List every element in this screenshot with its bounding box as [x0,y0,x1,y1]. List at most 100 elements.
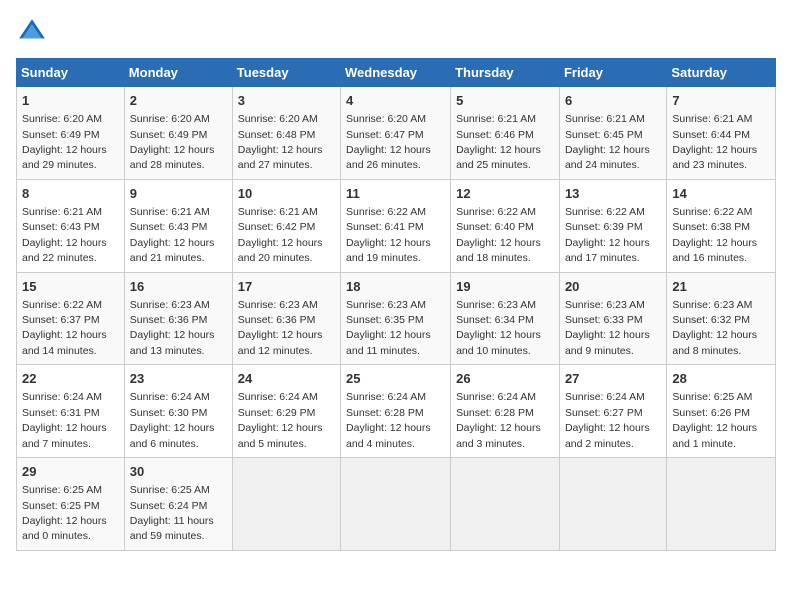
day-info: Sunrise: 6:25 AMSunset: 6:24 PMDaylight:… [130,484,214,542]
day-info: Sunrise: 6:21 AMSunset: 6:42 PMDaylight:… [238,206,323,264]
day-info: Sunrise: 6:23 AMSunset: 6:32 PMDaylight:… [672,299,757,357]
day-number: 27 [565,370,661,388]
day-number: 20 [565,278,661,296]
day-number: 12 [456,185,554,203]
calendar-cell [667,458,776,551]
day-info: Sunrise: 6:23 AMSunset: 6:35 PMDaylight:… [346,299,431,357]
calendar-cell: 28 Sunrise: 6:25 AMSunset: 6:26 PMDaylig… [667,365,776,458]
day-number: 28 [672,370,770,388]
logo-icon [16,16,48,48]
day-number: 15 [22,278,119,296]
calendar-cell: 21 Sunrise: 6:23 AMSunset: 6:32 PMDaylig… [667,272,776,365]
calendar-cell: 25 Sunrise: 6:24 AMSunset: 6:28 PMDaylig… [341,365,451,458]
day-info: Sunrise: 6:21 AMSunset: 6:43 PMDaylight:… [22,206,107,264]
day-number: 6 [565,92,661,110]
day-info: Sunrise: 6:21 AMSunset: 6:46 PMDaylight:… [456,113,541,171]
calendar-cell: 2 Sunrise: 6:20 AMSunset: 6:49 PMDayligh… [124,87,232,180]
day-info: Sunrise: 6:21 AMSunset: 6:44 PMDaylight:… [672,113,757,171]
day-number: 19 [456,278,554,296]
calendar-cell [451,458,560,551]
calendar-cell: 20 Sunrise: 6:23 AMSunset: 6:33 PMDaylig… [559,272,666,365]
calendar-cell: 19 Sunrise: 6:23 AMSunset: 6:34 PMDaylig… [451,272,560,365]
day-info: Sunrise: 6:22 AMSunset: 6:38 PMDaylight:… [672,206,757,264]
day-info: Sunrise: 6:22 AMSunset: 6:40 PMDaylight:… [456,206,541,264]
calendar-cell: 24 Sunrise: 6:24 AMSunset: 6:29 PMDaylig… [232,365,340,458]
calendar-table: SundayMondayTuesdayWednesdayThursdayFrid… [16,58,776,551]
day-number: 8 [22,185,119,203]
day-number: 22 [22,370,119,388]
day-number: 2 [130,92,227,110]
calendar-cell: 12 Sunrise: 6:22 AMSunset: 6:40 PMDaylig… [451,179,560,272]
day-number: 3 [238,92,335,110]
col-header-friday: Friday [559,59,666,87]
day-info: Sunrise: 6:24 AMSunset: 6:30 PMDaylight:… [130,391,215,449]
day-info: Sunrise: 6:24 AMSunset: 6:27 PMDaylight:… [565,391,650,449]
calendar-cell: 26 Sunrise: 6:24 AMSunset: 6:28 PMDaylig… [451,365,560,458]
calendar-cell [341,458,451,551]
day-number: 26 [456,370,554,388]
day-info: Sunrise: 6:22 AMSunset: 6:39 PMDaylight:… [565,206,650,264]
day-number: 13 [565,185,661,203]
day-number: 21 [672,278,770,296]
calendar-cell: 16 Sunrise: 6:23 AMSunset: 6:36 PMDaylig… [124,272,232,365]
day-info: Sunrise: 6:24 AMSunset: 6:29 PMDaylight:… [238,391,323,449]
day-number: 11 [346,185,445,203]
day-info: Sunrise: 6:22 AMSunset: 6:37 PMDaylight:… [22,299,107,357]
logo [16,16,52,48]
calendar-cell: 13 Sunrise: 6:22 AMSunset: 6:39 PMDaylig… [559,179,666,272]
calendar-cell: 22 Sunrise: 6:24 AMSunset: 6:31 PMDaylig… [17,365,125,458]
day-number: 18 [346,278,445,296]
calendar-cell: 9 Sunrise: 6:21 AMSunset: 6:43 PMDayligh… [124,179,232,272]
page-header [16,16,776,48]
calendar-cell [559,458,666,551]
calendar-cell: 1 Sunrise: 6:20 AMSunset: 6:49 PMDayligh… [17,87,125,180]
day-number: 9 [130,185,227,203]
day-info: Sunrise: 6:24 AMSunset: 6:28 PMDaylight:… [456,391,541,449]
day-info: Sunrise: 6:22 AMSunset: 6:41 PMDaylight:… [346,206,431,264]
day-info: Sunrise: 6:25 AMSunset: 6:26 PMDaylight:… [672,391,757,449]
calendar-cell: 5 Sunrise: 6:21 AMSunset: 6:46 PMDayligh… [451,87,560,180]
day-info: Sunrise: 6:20 AMSunset: 6:49 PMDaylight:… [22,113,107,171]
day-info: Sunrise: 6:25 AMSunset: 6:25 PMDaylight:… [22,484,107,542]
day-number: 25 [346,370,445,388]
day-info: Sunrise: 6:21 AMSunset: 6:45 PMDaylight:… [565,113,650,171]
day-info: Sunrise: 6:20 AMSunset: 6:49 PMDaylight:… [130,113,215,171]
day-number: 14 [672,185,770,203]
calendar-cell: 17 Sunrise: 6:23 AMSunset: 6:36 PMDaylig… [232,272,340,365]
day-number: 10 [238,185,335,203]
calendar-cell: 3 Sunrise: 6:20 AMSunset: 6:48 PMDayligh… [232,87,340,180]
calendar-cell [232,458,340,551]
col-header-sunday: Sunday [17,59,125,87]
calendar-cell: 18 Sunrise: 6:23 AMSunset: 6:35 PMDaylig… [341,272,451,365]
col-header-tuesday: Tuesday [232,59,340,87]
col-header-monday: Monday [124,59,232,87]
day-info: Sunrise: 6:20 AMSunset: 6:48 PMDaylight:… [238,113,323,171]
day-number: 30 [130,463,227,481]
calendar-cell: 10 Sunrise: 6:21 AMSunset: 6:42 PMDaylig… [232,179,340,272]
calendar-cell: 27 Sunrise: 6:24 AMSunset: 6:27 PMDaylig… [559,365,666,458]
day-info: Sunrise: 6:20 AMSunset: 6:47 PMDaylight:… [346,113,431,171]
calendar-cell: 4 Sunrise: 6:20 AMSunset: 6:47 PMDayligh… [341,87,451,180]
calendar-cell: 23 Sunrise: 6:24 AMSunset: 6:30 PMDaylig… [124,365,232,458]
calendar-cell: 8 Sunrise: 6:21 AMSunset: 6:43 PMDayligh… [17,179,125,272]
calendar-cell: 14 Sunrise: 6:22 AMSunset: 6:38 PMDaylig… [667,179,776,272]
col-header-wednesday: Wednesday [341,59,451,87]
calendar-cell: 30 Sunrise: 6:25 AMSunset: 6:24 PMDaylig… [124,458,232,551]
calendar-cell: 6 Sunrise: 6:21 AMSunset: 6:45 PMDayligh… [559,87,666,180]
day-number: 7 [672,92,770,110]
day-info: Sunrise: 6:23 AMSunset: 6:36 PMDaylight:… [130,299,215,357]
day-info: Sunrise: 6:24 AMSunset: 6:31 PMDaylight:… [22,391,107,449]
day-info: Sunrise: 6:23 AMSunset: 6:33 PMDaylight:… [565,299,650,357]
day-number: 17 [238,278,335,296]
col-header-thursday: Thursday [451,59,560,87]
day-number: 4 [346,92,445,110]
calendar-cell: 29 Sunrise: 6:25 AMSunset: 6:25 PMDaylig… [17,458,125,551]
day-number: 16 [130,278,227,296]
day-number: 23 [130,370,227,388]
day-info: Sunrise: 6:23 AMSunset: 6:34 PMDaylight:… [456,299,541,357]
calendar-cell: 11 Sunrise: 6:22 AMSunset: 6:41 PMDaylig… [341,179,451,272]
day-number: 29 [22,463,119,481]
day-info: Sunrise: 6:23 AMSunset: 6:36 PMDaylight:… [238,299,323,357]
calendar-cell: 7 Sunrise: 6:21 AMSunset: 6:44 PMDayligh… [667,87,776,180]
day-info: Sunrise: 6:24 AMSunset: 6:28 PMDaylight:… [346,391,431,449]
